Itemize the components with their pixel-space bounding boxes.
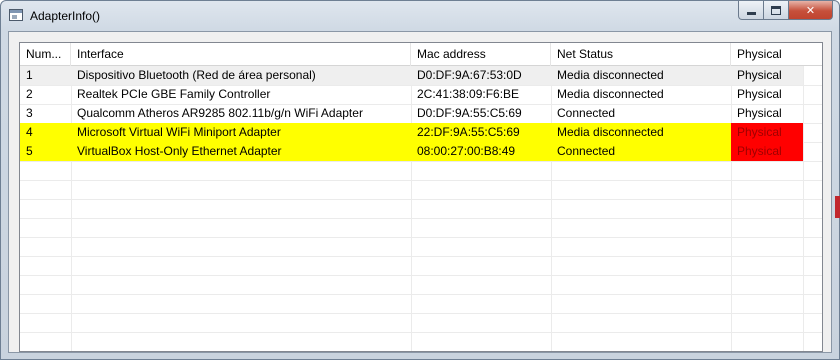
column-header-interface[interactable]: Interface [71,43,411,66]
table-header: Num... Interface Mac address Net Status … [20,43,822,66]
column-header-net-status[interactable]: Net Status [551,43,731,66]
cell-interface: Dispositivo Bluetooth (Red de área perso… [77,68,316,82]
table-row[interactable]: 4 Microsoft Virtual WiFi Miniport Adapter… [20,123,803,142]
window-title: AdapterInfo() [30,9,101,23]
cell-num: 1 [26,68,33,82]
cell-mac-address: 2C:41:38:09:F6:BE [417,87,520,101]
window-controls: ✕ [738,1,833,20]
cell-interface: Qualcomm Atheros AR9285 802.11b/g/n WiFi… [77,106,363,120]
cell-interface: VirtualBox Host-Only Ethernet Adapter [77,144,282,158]
cell-physical: Physical [737,106,782,120]
cell-mac-address: D0:DF:9A:67:53:0D [417,68,522,82]
grid-line [20,237,822,238]
table-row[interactable]: 3 Qualcomm Atheros AR9285 802.11b/g/n WiF… [20,104,803,123]
column-header-mac-address[interactable]: Mac address [411,43,551,66]
cell-mac-address: 08:00:27:00:B8:49 [417,144,516,158]
grid-line [803,66,804,351]
edge-marker [835,196,840,218]
grid-line [20,332,822,333]
minimize-button[interactable] [738,1,764,20]
grid-line [20,313,822,314]
cell-mac-address: D0:DF:9A:55:C5:69 [417,106,522,120]
table-row[interactable]: 5 VirtualBox Host-Only Ethernet Adapter 08… [20,142,803,161]
title-bar[interactable]: AdapterInfo() ✕ [1,1,839,31]
grid-line [20,275,822,276]
column-header-physical[interactable]: Physical [731,43,822,66]
cell-num: 2 [26,87,33,101]
close-icon: ✕ [805,3,816,17]
minimize-icon [746,11,756,15]
column-header-num[interactable]: Num... [20,43,71,66]
grid-line [20,180,822,181]
grid-line [20,294,822,295]
cell-num: 5 [26,144,33,158]
adapter-table[interactable]: Num... Interface Mac address Net Status … [19,42,823,352]
table-body: 1 Dispositivo Bluetooth (Red de área pers… [20,66,822,351]
app-window-icon [9,9,23,21]
client-area: Num... Interface Mac address Net Status … [8,31,832,353]
cell-net-status: Media disconnected [557,68,664,82]
cell-mac-address: 22:DF:9A:55:C5:69 [417,125,520,139]
maximize-button[interactable] [764,1,789,20]
cell-physical: Physical [737,87,782,101]
cell-interface: Realtek PCIe GBE Family Controller [77,87,271,101]
grid-line [20,199,822,200]
table-row[interactable]: 1 Dispositivo Bluetooth (Red de área pers… [20,66,803,85]
cell-num: 3 [26,106,33,120]
cell-net-status: Media disconnected [557,125,664,139]
grid-line [20,161,822,162]
grid-line [20,218,822,219]
close-button[interactable]: ✕ [789,1,833,20]
grid-line [20,256,822,257]
app-window: AdapterInfo() ✕ Num... Interface Mac add… [0,0,840,360]
cell-net-status: Connected [557,106,616,120]
cell-num: 4 [26,125,33,139]
cell-physical: Physical [731,142,803,161]
table-row[interactable]: 2 Realtek PCIe GBE Family Controller 2C:41… [20,85,803,104]
maximize-icon [771,5,781,15]
cell-physical: Physical [731,123,803,142]
cell-interface: Microsoft Virtual WiFi Miniport Adapter [77,125,281,139]
cell-net-status: Media disconnected [557,87,664,101]
cell-physical: Physical [737,68,782,82]
cell-net-status: Connected [557,144,616,158]
